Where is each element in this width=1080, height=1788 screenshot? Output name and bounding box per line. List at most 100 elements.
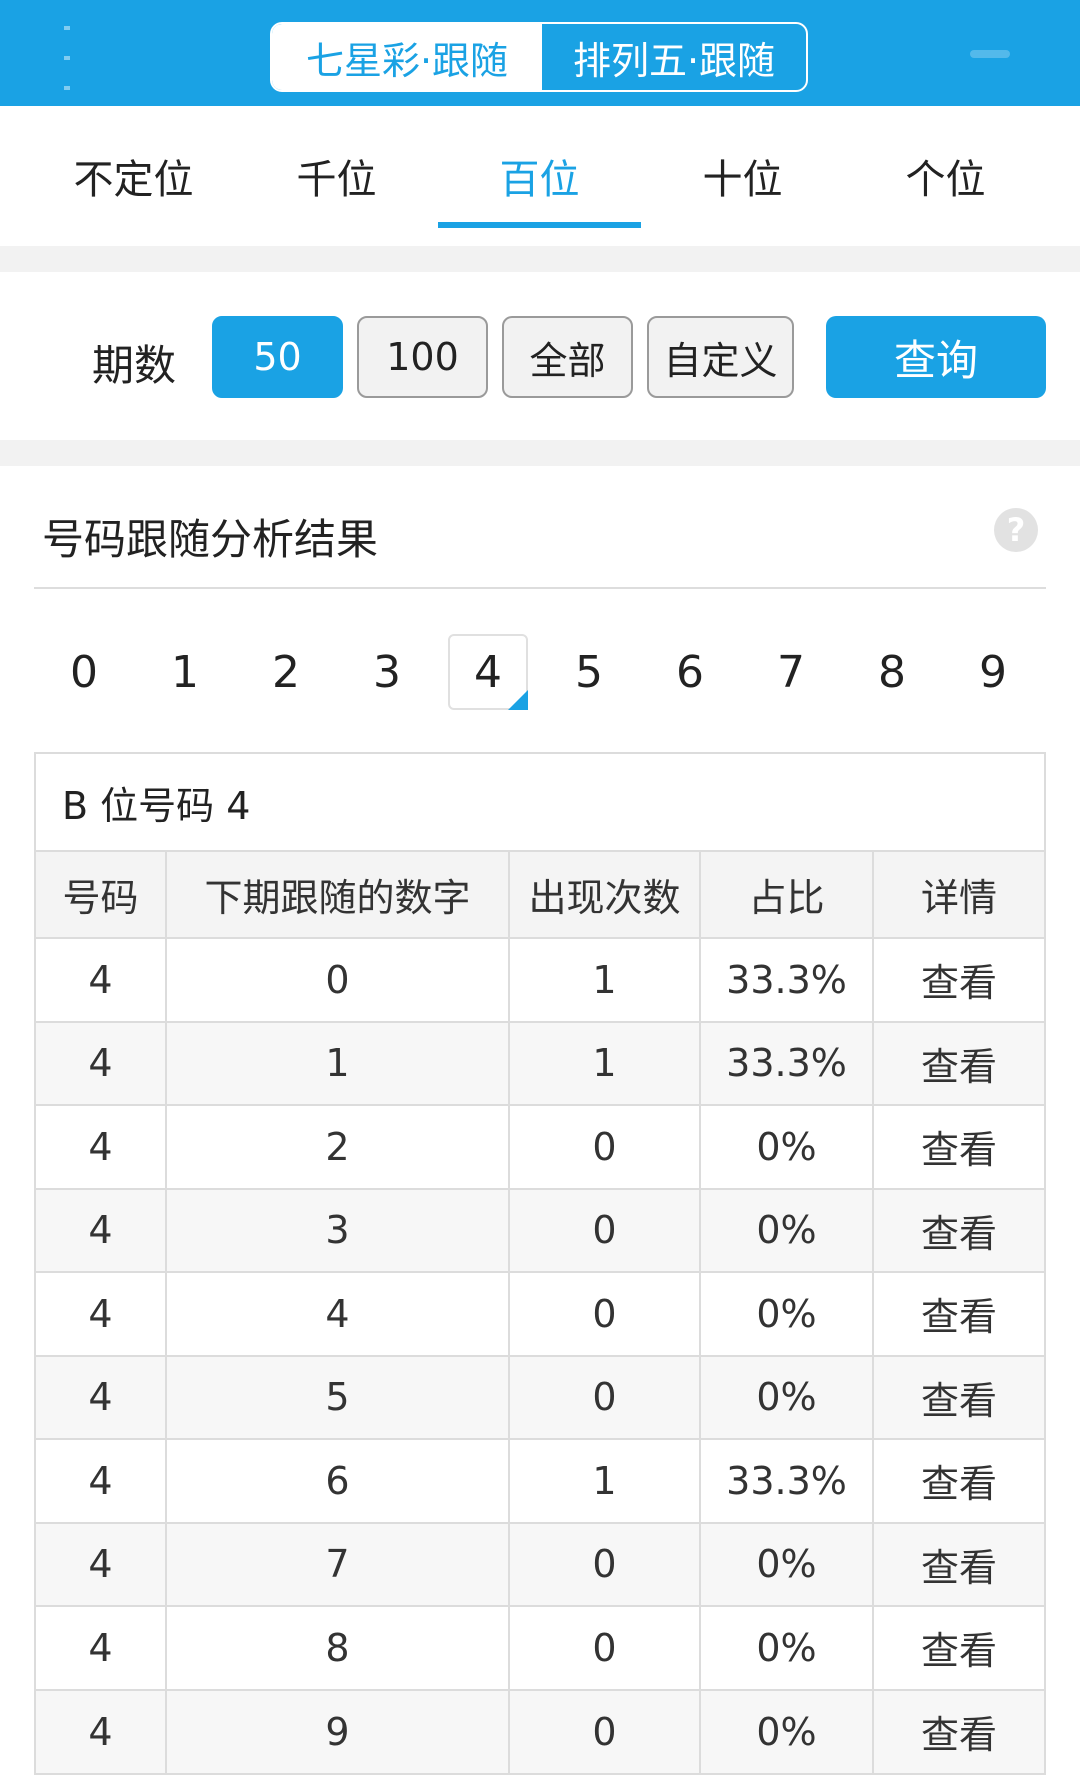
cell-next-digit: 8	[165, 1605, 510, 1691]
view-detail-link[interactable]: 查看	[872, 1521, 1044, 1607]
cell-number: 4	[36, 1271, 167, 1357]
view-detail-link[interactable]: 查看	[872, 1438, 1044, 1524]
tab-position-any[interactable]: 不定位	[32, 106, 235, 246]
section-divider	[0, 246, 1080, 272]
view-detail-link[interactable]: 查看	[872, 1187, 1044, 1273]
cell-number: 4	[36, 1521, 167, 1607]
period-100-button[interactable]: 100	[357, 316, 488, 398]
cell-next-digit: 0	[165, 937, 510, 1023]
result-caption: B 位号码 4	[36, 754, 1044, 852]
table-row: 4 0 1 33.3% 查看	[36, 937, 1044, 1023]
lottery-switch: 七星彩·跟随 排列五·跟随	[270, 22, 808, 92]
cell-count: 0	[508, 1271, 701, 1357]
tab-position-thousands[interactable]: 千位	[235, 106, 438, 246]
cell-count: 1	[508, 1020, 701, 1106]
view-detail-link[interactable]: 查看	[872, 1020, 1044, 1106]
digit-2[interactable]: 2	[246, 634, 326, 710]
period-custom-button[interactable]: 自定义	[647, 316, 794, 398]
tab-position-hundreds[interactable]: 百位	[438, 106, 641, 246]
cell-ratio: 0%	[699, 1354, 874, 1440]
digit-8[interactable]: 8	[852, 634, 932, 710]
title-divider	[34, 587, 1046, 589]
view-detail-link[interactable]: 查看	[872, 937, 1044, 1023]
cell-next-digit: 7	[165, 1521, 510, 1607]
result-table-card: B 位号码 4 号码 下期跟随的数字 出现次数 占比 详情 4 0 1 33.3% 查看…	[34, 752, 1046, 1775]
section-divider	[0, 440, 1080, 466]
table-row: 4 8 0 0% 查看	[36, 1605, 1044, 1691]
result-section-title: 号码跟随分析结果	[42, 515, 379, 564]
cell-count: 1	[508, 937, 701, 1023]
period-all-button[interactable]: 全部	[502, 316, 633, 398]
digit-4[interactable]: 4	[448, 634, 528, 710]
column-header: 详情	[872, 852, 1044, 939]
table-row: 4 1 1 33.3% 查看	[36, 1020, 1044, 1106]
digit-6[interactable]: 6	[650, 634, 730, 710]
cell-number: 4	[36, 1688, 167, 1773]
view-detail-link[interactable]: 查看	[872, 1104, 1044, 1190]
column-header: 号码	[36, 852, 167, 939]
column-header: 占比	[699, 852, 874, 939]
table-header-row: 号码 下期跟随的数字 出现次数 占比 详情	[36, 852, 1044, 939]
digit-7[interactable]: 7	[751, 634, 831, 710]
query-button[interactable]: 查询	[826, 316, 1046, 398]
cell-ratio: 33.3%	[699, 1020, 874, 1106]
digit-1[interactable]: 1	[145, 634, 225, 710]
table-row: 4 6 1 33.3% 查看	[36, 1438, 1044, 1524]
cell-number: 4	[36, 937, 167, 1023]
view-detail-link[interactable]: 查看	[872, 1688, 1044, 1773]
cell-count: 0	[508, 1605, 701, 1691]
cell-next-digit: 2	[165, 1104, 510, 1190]
cell-number: 4	[36, 1605, 167, 1691]
period-panel: 期数 50 100 全部 自定义 查询	[0, 272, 1080, 440]
more-icon[interactable]	[970, 50, 1010, 58]
tab-position-tens[interactable]: 十位	[641, 106, 844, 246]
column-header: 出现次数	[508, 852, 701, 939]
question-circle-icon[interactable]: ?	[994, 508, 1038, 552]
position-tabs: 不定位 千位 百位 十位 个位	[0, 106, 1080, 246]
cell-count: 0	[508, 1104, 701, 1190]
cell-next-digit: 3	[165, 1187, 510, 1273]
tab-position-units[interactable]: 个位	[844, 106, 1047, 246]
view-detail-link[interactable]: 查看	[872, 1605, 1044, 1691]
cell-number: 4	[36, 1187, 167, 1273]
period-50-button[interactable]: 50	[212, 316, 343, 398]
digit-9[interactable]: 9	[953, 634, 1033, 710]
back-icon[interactable]	[64, 26, 84, 90]
cell-count: 0	[508, 1354, 701, 1440]
cell-count: 0	[508, 1187, 701, 1273]
digit-5[interactable]: 5	[549, 634, 629, 710]
cell-ratio: 0%	[699, 1605, 874, 1691]
app-header: 七星彩·跟随 排列五·跟随	[0, 0, 1080, 106]
cell-ratio: 33.3%	[699, 1438, 874, 1524]
table-row: 4 5 0 0% 查看	[36, 1354, 1044, 1440]
table-row: 4 9 0 0% 查看	[36, 1688, 1044, 1773]
cell-ratio: 0%	[699, 1521, 874, 1607]
digit-0[interactable]: 0	[44, 634, 124, 710]
follow-table: 号码 下期跟随的数字 出现次数 占比 详情 4 0 1 33.3% 查看 4 1 1 33.3…	[36, 852, 1044, 1773]
table-row: 4 7 0 0% 查看	[36, 1521, 1044, 1607]
cell-next-digit: 9	[165, 1688, 510, 1773]
column-header: 下期跟随的数字	[165, 852, 510, 939]
digit-3[interactable]: 3	[347, 634, 427, 710]
cell-ratio: 0%	[699, 1104, 874, 1190]
cell-ratio: 0%	[699, 1688, 874, 1773]
view-detail-link[interactable]: 查看	[872, 1271, 1044, 1357]
cell-count: 0	[508, 1688, 701, 1773]
table-row: 4 3 0 0% 查看	[36, 1187, 1044, 1273]
cell-next-digit: 1	[165, 1020, 510, 1106]
cell-number: 4	[36, 1438, 167, 1524]
cell-ratio: 0%	[699, 1271, 874, 1357]
tab-qixingcai-follow[interactable]: 七星彩·跟随	[272, 24, 542, 90]
cell-number: 4	[36, 1104, 167, 1190]
period-label: 期数	[92, 341, 177, 390]
cell-count: 1	[508, 1438, 701, 1524]
table-row: 4 2 0 0% 查看	[36, 1104, 1044, 1190]
cell-number: 4	[36, 1020, 167, 1106]
tab-pailie5-follow[interactable]: 排列五·跟随	[542, 24, 806, 90]
cell-next-digit: 5	[165, 1354, 510, 1440]
cell-ratio: 0%	[699, 1187, 874, 1273]
cell-next-digit: 4	[165, 1271, 510, 1357]
view-detail-link[interactable]: 查看	[872, 1354, 1044, 1440]
table-row: 4 4 0 0% 查看	[36, 1271, 1044, 1357]
cell-count: 0	[508, 1521, 701, 1607]
